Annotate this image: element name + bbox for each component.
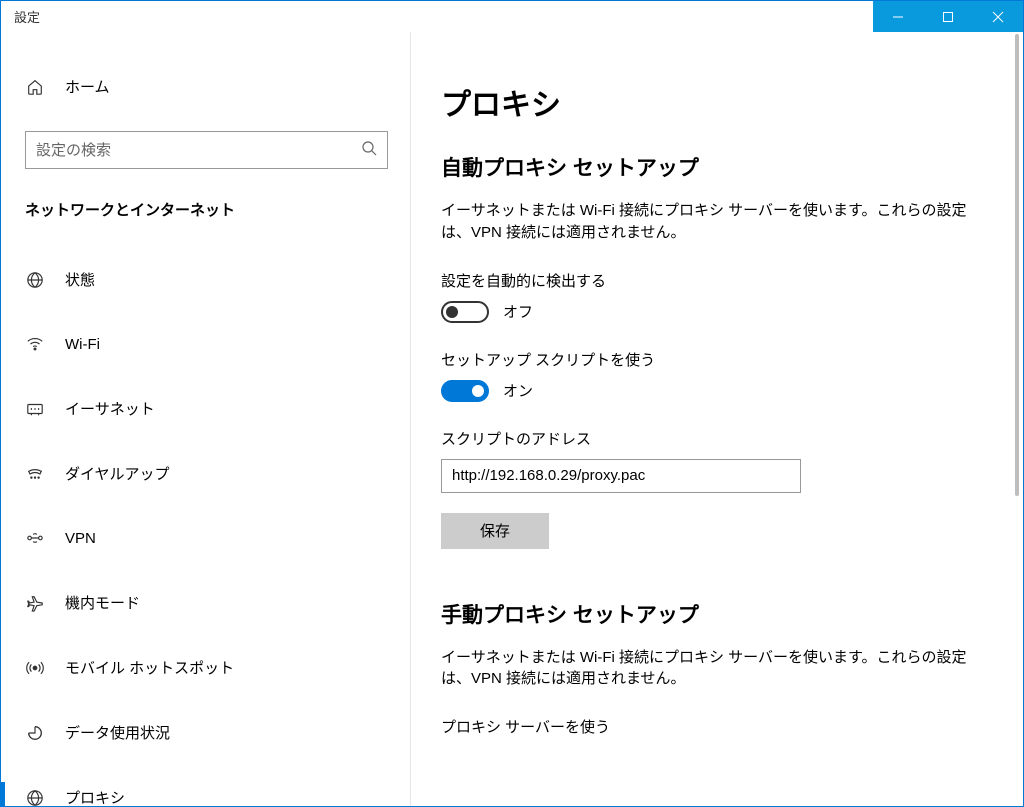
maximize-button[interactable] <box>923 1 973 32</box>
dialup-icon <box>25 464 45 484</box>
manual-desc: イーサネットまたは Wi-Fi 接続にプロキシ サーバーを使います。これらの設定… <box>441 647 985 691</box>
sidebar-item-wifi[interactable]: Wi-Fi <box>1 321 410 367</box>
vpn-icon <box>25 528 45 548</box>
detect-toggle[interactable] <box>441 301 489 323</box>
sidebar-item-datausage[interactable]: データ使用状況 <box>1 709 410 756</box>
auto-heading: 自動プロキシ セットアップ <box>441 152 985 182</box>
content: プロキシ 自動プロキシ セットアップ イーサネットまたは Wi-Fi 接続にプロ… <box>411 32 1015 806</box>
body: ホーム ネットワークとインターネット 状態 <box>1 32 1023 806</box>
script-address-input[interactable] <box>441 459 801 493</box>
sidebar-item-vpn[interactable]: VPN <box>1 515 410 561</box>
script-toggle[interactable] <box>441 380 489 402</box>
script-toggle-row: オン <box>441 380 985 402</box>
ethernet-icon <box>25 399 45 419</box>
window-controls <box>873 1 1023 32</box>
auto-desc: イーサネットまたは Wi-Fi 接続にプロキシ サーバーを使います。これらの設定… <box>441 200 985 244</box>
sidebar-item-dialup[interactable]: ダイヤルアップ <box>1 450 410 497</box>
home-icon <box>25 77 45 97</box>
minimize-button[interactable] <box>873 1 923 32</box>
sidebar-item-label: イーサネット <box>65 398 155 419</box>
detect-label: 設定を自動的に検出する <box>441 270 985 291</box>
airplane-icon <box>25 593 45 613</box>
sidebar-item-hotspot[interactable]: モバイル ホットスポット <box>1 644 410 691</box>
scrollbar[interactable] <box>1015 34 1019 804</box>
data-usage-icon <box>25 723 45 743</box>
section-heading: ネットワークとインターネット <box>1 189 410 238</box>
hotspot-icon <box>25 658 45 678</box>
sidebar-item-label: VPN <box>65 530 96 547</box>
detect-toggle-row: オフ <box>441 301 985 323</box>
search-input[interactable] <box>36 142 361 159</box>
page-title: プロキシ <box>441 80 985 124</box>
titlebar: 設定 <box>1 1 1023 32</box>
settings-window: 設定 ホーム <box>0 0 1024 807</box>
sidebar-item-ethernet[interactable]: イーサネット <box>1 385 410 432</box>
sidebar-item-label: Wi-Fi <box>65 336 100 353</box>
save-button[interactable]: 保存 <box>441 513 549 549</box>
sidebar-item-label: プロキシ <box>65 787 125 806</box>
sidebar-item-label: モバイル ホットスポット <box>65 657 234 678</box>
sidebar: ホーム ネットワークとインターネット 状態 <box>1 32 411 806</box>
sidebar-item-label: データ使用状況 <box>65 722 170 743</box>
proxy-icon <box>25 788 45 807</box>
main: プロキシ 自動プロキシ セットアップ イーサネットまたは Wi-Fi 接続にプロ… <box>411 32 1023 806</box>
sidebar-item-label: 状態 <box>65 269 95 290</box>
status-icon <box>25 270 45 290</box>
script-state: オン <box>503 380 533 401</box>
sidebar-item-label: 機内モード <box>65 592 140 613</box>
scrollbar-thumb[interactable] <box>1015 34 1019 496</box>
home-label: ホーム <box>65 76 110 97</box>
home-button[interactable]: ホーム <box>1 62 410 111</box>
wifi-icon <box>25 334 45 354</box>
search-wrap <box>1 111 410 189</box>
detect-state: オフ <box>503 301 533 322</box>
close-button[interactable] <box>973 1 1023 32</box>
search-box[interactable] <box>25 131 388 169</box>
manual-heading: 手動プロキシ セットアップ <box>441 599 985 629</box>
script-label: セットアップ スクリプトを使う <box>441 349 985 370</box>
sidebar-item-status[interactable]: 状態 <box>1 256 410 303</box>
use-proxy-label: プロキシ サーバーを使う <box>441 716 985 737</box>
sidebar-item-proxy[interactable]: プロキシ <box>1 774 410 806</box>
window-title: 設定 <box>1 7 873 26</box>
search-icon <box>361 140 377 160</box>
sidebar-item-airplane[interactable]: 機内モード <box>1 579 410 626</box>
address-label: スクリプトのアドレス <box>441 428 985 449</box>
sidebar-item-label: ダイヤルアップ <box>65 463 170 484</box>
